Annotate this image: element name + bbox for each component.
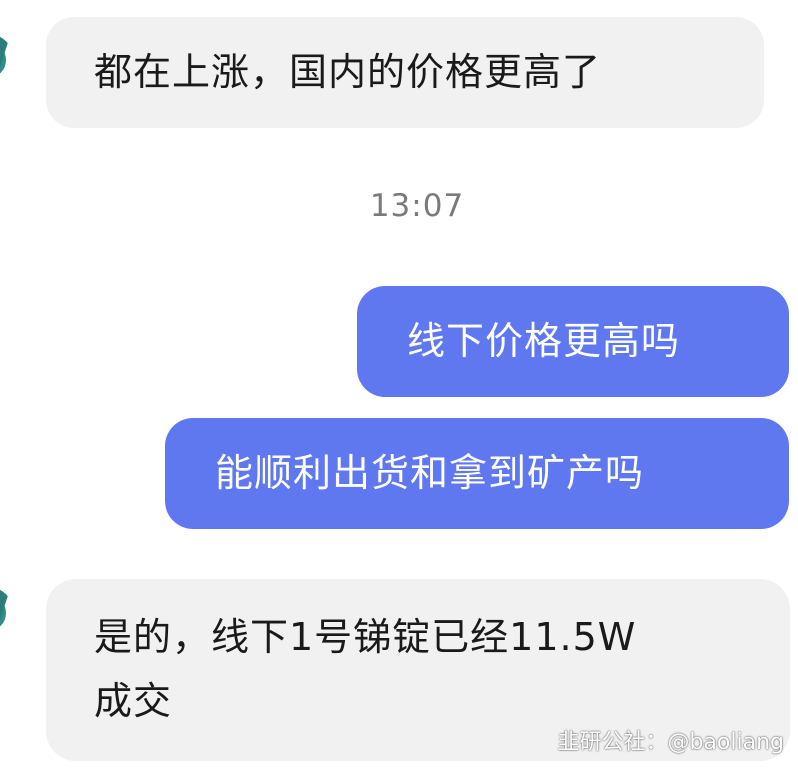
watermark: 韭研公社：@baoliang <box>557 730 784 755</box>
contact-avatar-icon[interactable] <box>0 587 14 639</box>
message-text: 都在上涨，国内的价格更高了 <box>94 50 602 94</box>
message-text: 能顺利出货和拿到矿产吗 <box>215 451 645 495</box>
incoming-message-bubble[interactable]: 都在上涨，国内的价格更高了 <box>46 17 764 128</box>
outgoing-message-bubble[interactable]: 能顺利出货和拿到矿产吗 <box>165 418 789 529</box>
message-text-line: 是的，线下1号锑锭已经11.5W <box>94 615 637 659</box>
message-timestamp: 13:07 <box>369 188 465 224</box>
outgoing-message-bubble[interactable]: 线下价格更高吗 <box>357 286 789 397</box>
contact-avatar-icon[interactable] <box>0 34 14 86</box>
message-text: 线下价格更高吗 <box>407 319 681 363</box>
